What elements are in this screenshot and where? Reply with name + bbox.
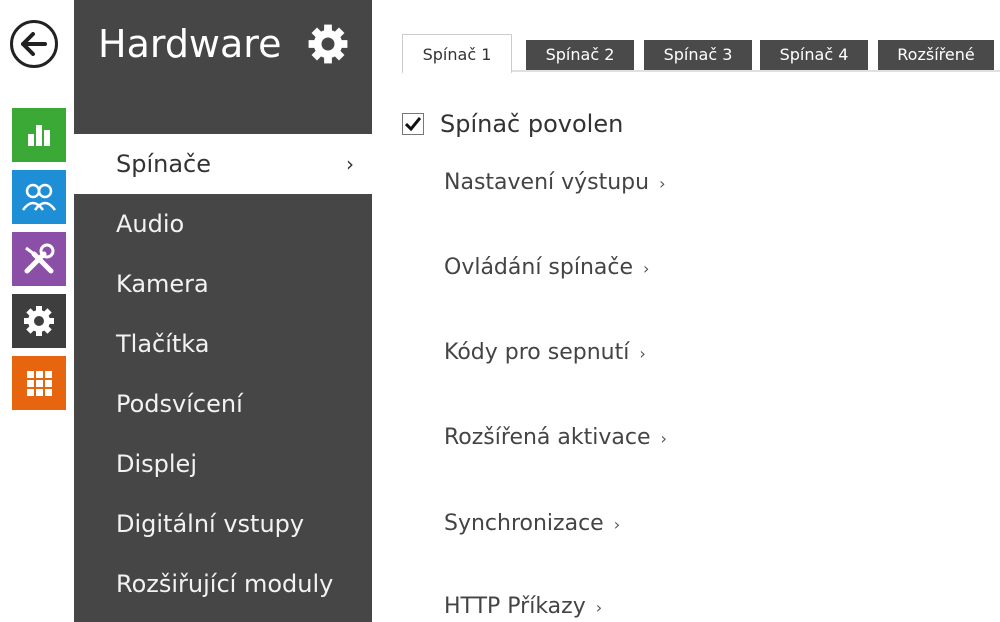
settings-button[interactable] bbox=[306, 22, 350, 66]
nav-users-button[interactable] bbox=[12, 170, 66, 224]
page-title: Hardware bbox=[98, 22, 282, 66]
sidebar-item-label: Podsvícení bbox=[116, 390, 243, 418]
tab-rozsirene[interactable]: Rozšířené bbox=[878, 40, 994, 70]
section-label: Rozšířená aktivace bbox=[444, 425, 651, 450]
sidebar-menu: Spínače › Audio Kamera Tlačítka Podsvíce… bbox=[74, 134, 372, 614]
nav-services-button[interactable] bbox=[12, 232, 66, 286]
sidebar-item-podsviceni[interactable]: Podsvícení bbox=[74, 374, 372, 434]
gear-icon bbox=[308, 24, 348, 64]
users-icon bbox=[21, 183, 57, 211]
sidebar-item-rozsirujici-moduly[interactable]: Rozšiřující moduly bbox=[74, 554, 372, 614]
sidebar-item-label: Kamera bbox=[116, 270, 209, 298]
sidebar-item-label: Tlačítka bbox=[116, 330, 210, 358]
sidebar-item-kamera[interactable]: Kamera bbox=[74, 254, 372, 314]
section-synchronizace[interactable]: Synchronizace › bbox=[444, 511, 620, 536]
bar-chart-icon bbox=[28, 125, 50, 146]
sidebar-item-displej[interactable]: Displej bbox=[74, 434, 372, 494]
section-http-prikazy[interactable]: HTTP Příkazy › bbox=[444, 594, 602, 619]
chevron-right-icon: › bbox=[595, 598, 603, 617]
sidebar-item-tlacitka[interactable]: Tlačítka bbox=[74, 314, 372, 374]
sidebar: Hardware Spínače › Audio Kamera Tlačítka bbox=[74, 0, 372, 622]
tools-icon bbox=[24, 243, 55, 274]
nav-system-button[interactable] bbox=[12, 356, 66, 410]
section-rozsirena-aktivace[interactable]: Rozšířená aktivace › bbox=[444, 425, 667, 450]
back-button[interactable] bbox=[10, 20, 58, 68]
nav-hardware-button[interactable] bbox=[12, 294, 66, 348]
checkmark-icon bbox=[405, 117, 421, 131]
sidebar-item-spinace[interactable]: Spínače › bbox=[74, 134, 372, 194]
switch-enabled-checkbox[interactable] bbox=[402, 113, 424, 135]
section-nastaveni-vystupu[interactable]: Nastavení výstupu › bbox=[444, 170, 666, 195]
section-label: HTTP Příkazy bbox=[444, 594, 586, 619]
section-label: Nastavení výstupu bbox=[444, 170, 650, 195]
section-label: Ovládání spínače bbox=[444, 255, 634, 280]
nav-status-button[interactable] bbox=[12, 108, 66, 162]
tab-spinac-4[interactable]: Spínač 4 bbox=[760, 40, 868, 70]
chevron-right-icon: › bbox=[659, 174, 666, 193]
chevron-right-icon: › bbox=[643, 259, 650, 278]
sidebar-item-label: Rozšiřující moduly bbox=[116, 570, 334, 598]
chevron-right-icon: › bbox=[613, 515, 621, 534]
sidebar-item-audio[interactable]: Audio bbox=[74, 194, 372, 254]
section-label: Kódy pro sepnutí bbox=[444, 340, 630, 365]
sidebar-item-label: Displej bbox=[116, 450, 197, 478]
app-nav-strip bbox=[0, 0, 66, 622]
tab-bar: Spínač 1 Spínač 2 Spínač 3 Spínač 4 Rozš… bbox=[402, 34, 1000, 74]
sidebar-item-label: Audio bbox=[116, 210, 185, 238]
tab-spinac-1[interactable]: Spínač 1 bbox=[402, 34, 512, 74]
tab-spinac-2[interactable]: Spínač 2 bbox=[526, 40, 634, 70]
grid-icon bbox=[27, 371, 52, 396]
switch-enabled-label: Spínač povolen bbox=[440, 110, 624, 138]
chevron-right-icon: › bbox=[346, 152, 354, 176]
chevron-right-icon: › bbox=[660, 429, 667, 448]
sidebar-item-digitalni-vstupy[interactable]: Digitální vstupy bbox=[74, 494, 372, 554]
tab-spinac-3[interactable]: Spínač 3 bbox=[644, 40, 752, 70]
arrow-left-icon bbox=[21, 32, 47, 56]
section-label: Synchronizace bbox=[444, 511, 604, 536]
gear-icon bbox=[24, 306, 54, 336]
switch-enabled-row: Spínač povolen bbox=[402, 110, 623, 138]
chevron-right-icon: › bbox=[639, 344, 646, 363]
sidebar-item-label: Spínače bbox=[116, 150, 212, 178]
section-kody-pro-sepnuti[interactable]: Kódy pro sepnutí › bbox=[444, 340, 646, 365]
sidebar-item-label: Digitální vstupy bbox=[116, 510, 305, 538]
section-ovladani-spinace[interactable]: Ovládání spínače › bbox=[444, 255, 649, 280]
